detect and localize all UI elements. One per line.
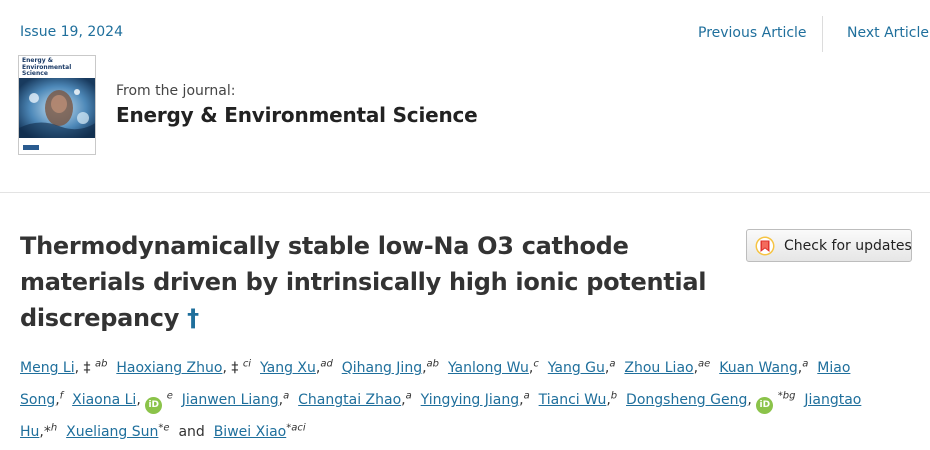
cover-artwork <box>19 78 95 138</box>
journal-cover-image[interactable]: Energy & Environmental Science <box>18 55 96 155</box>
nav-divider <box>822 16 823 52</box>
crossmark-icon <box>755 236 775 256</box>
check-for-updates-button[interactable]: Check for updates <box>746 229 912 262</box>
author-link[interactable]: Hu <box>20 424 39 440</box>
from-journal-label: From the journal: <box>116 83 236 99</box>
author-link[interactable]: Haoxiang Zhuo <box>116 360 222 376</box>
author-link[interactable]: Jiangtao <box>804 392 861 408</box>
author-link[interactable]: Xiaona Li <box>72 392 136 408</box>
next-article-link[interactable]: Next Article <box>847 25 929 41</box>
author-link[interactable]: Yang Xu <box>260 360 316 376</box>
supplementary-dagger-link[interactable]: † <box>187 304 199 332</box>
author-link[interactable]: Changtai Zhao <box>298 392 401 408</box>
author-link[interactable]: Yanlong Wu <box>448 360 529 376</box>
author-link[interactable]: Yang Gu <box>548 360 605 376</box>
issue-link[interactable]: Issue 19, 2024 <box>20 24 123 40</box>
orcid-icon[interactable]: iD <box>756 397 774 414</box>
article-title-line-2: materials driven by intrinsically high i… <box>20 268 707 296</box>
author-link[interactable]: Zhou Liao <box>624 360 693 376</box>
previous-article-link[interactable]: Previous Article <box>698 25 807 41</box>
author-link[interactable]: Biwei Xiao <box>214 424 287 440</box>
article-title-line-1: Thermodynamically stable low-Na O3 catho… <box>20 232 629 260</box>
author-link[interactable]: Qihang Jing <box>342 360 422 376</box>
check-for-updates-label: Check for updates <box>784 238 912 254</box>
author-link[interactable]: Kuan Wang <box>719 360 798 376</box>
author-link[interactable]: Song <box>20 392 55 408</box>
author-link[interactable]: Miao <box>817 360 850 376</box>
author-link[interactable]: Meng Li <box>20 360 75 376</box>
article-title: Thermodynamically stable low-Na O3 catho… <box>20 228 720 336</box>
author-link[interactable]: Xueliang Sun <box>66 424 158 440</box>
author-list: Meng Li, ‡ ab Haoxiang Zhuo, ‡ ci Yang X… <box>20 358 862 440</box>
author-link[interactable]: Jianwen Liang <box>182 392 279 408</box>
author-link[interactable]: Tianci Wu <box>539 392 607 408</box>
author-link[interactable]: Yingying Jiang <box>421 392 519 408</box>
orcid-icon[interactable]: iD <box>145 397 163 414</box>
cover-publisher-logo <box>23 145 39 150</box>
section-divider <box>0 192 930 193</box>
author-link[interactable]: Dongsheng Geng <box>626 392 747 408</box>
cover-journal-title: Energy & Environmental Science <box>22 57 72 77</box>
and-separator: and <box>178 424 205 440</box>
article-title-line-3: discrepancy <box>20 304 180 332</box>
journal-name[interactable]: Energy & Environmental Science <box>116 103 478 127</box>
article-nav-bar: Issue 19, 2024 Previous Article Next Art… <box>0 0 930 58</box>
